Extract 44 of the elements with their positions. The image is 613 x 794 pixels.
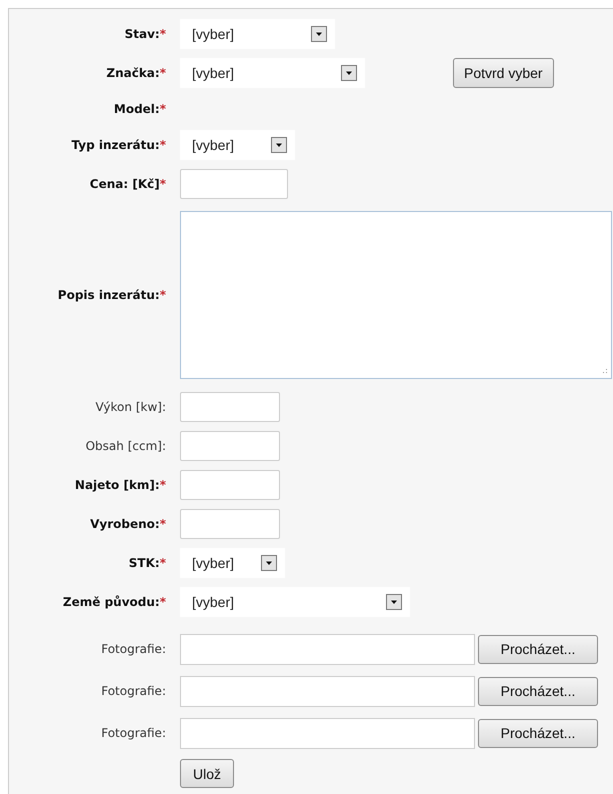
select-dropdown[interactable]: [vyber] xyxy=(180,586,410,616)
field-label: Typ inzerátu: xyxy=(71,138,160,152)
required-mark: * xyxy=(160,138,166,152)
field-label: Vyrobeno: xyxy=(90,516,160,530)
required-mark: * xyxy=(160,478,166,492)
input-field[interactable] xyxy=(180,470,280,500)
field-label: Popis inzerátu: xyxy=(58,288,160,302)
field-label: Výkon [kw]: xyxy=(96,400,166,414)
required-mark: * xyxy=(160,516,166,530)
field-label: Fotografie: xyxy=(101,642,166,656)
field-label: Značka: xyxy=(106,66,160,80)
input-field[interactable] xyxy=(180,430,280,460)
file-path-field[interactable] xyxy=(180,718,475,748)
field-label: Fotografie: xyxy=(101,684,166,698)
browse-button[interactable]: Procházet... xyxy=(478,718,598,748)
required-mark: * xyxy=(160,66,166,80)
required-mark: * xyxy=(160,176,166,190)
required-mark: * xyxy=(160,26,166,40)
input-field[interactable] xyxy=(180,508,280,538)
select-dropdown[interactable]: [vyber] xyxy=(180,18,335,48)
confirm-button[interactable]: Potvrd vyber xyxy=(453,58,554,88)
select-dropdown[interactable]: [vyber] xyxy=(180,130,295,160)
select-dropdown[interactable]: [vyber] xyxy=(180,548,285,578)
field-label: Země původu: xyxy=(62,594,160,608)
required-mark: * xyxy=(160,288,166,302)
field-label: Obsah [ccm]: xyxy=(86,438,166,452)
field-label: Stav: xyxy=(124,26,160,40)
file-path-field[interactable] xyxy=(180,634,475,664)
field-label: Fotografie: xyxy=(101,726,166,740)
required-mark: * xyxy=(160,102,166,116)
field-label: Cena: [Kč] xyxy=(90,176,160,190)
required-mark: * xyxy=(160,594,166,608)
required-mark: * xyxy=(160,556,166,570)
field-label: Najeto [km]: xyxy=(74,478,160,492)
field-label: Model: xyxy=(114,102,160,116)
file-path-field[interactable] xyxy=(180,676,475,706)
browse-button[interactable]: Procházet... xyxy=(478,676,598,706)
select-dropdown[interactable]: [vyber] xyxy=(180,58,365,88)
text-area[interactable] xyxy=(180,211,612,379)
browse-button[interactable]: Procházet... xyxy=(478,634,598,664)
field-label: STK: xyxy=(128,556,160,570)
save-button[interactable]: Ulož xyxy=(180,759,234,788)
input-field[interactable] xyxy=(180,392,280,422)
input-field[interactable] xyxy=(180,168,288,198)
